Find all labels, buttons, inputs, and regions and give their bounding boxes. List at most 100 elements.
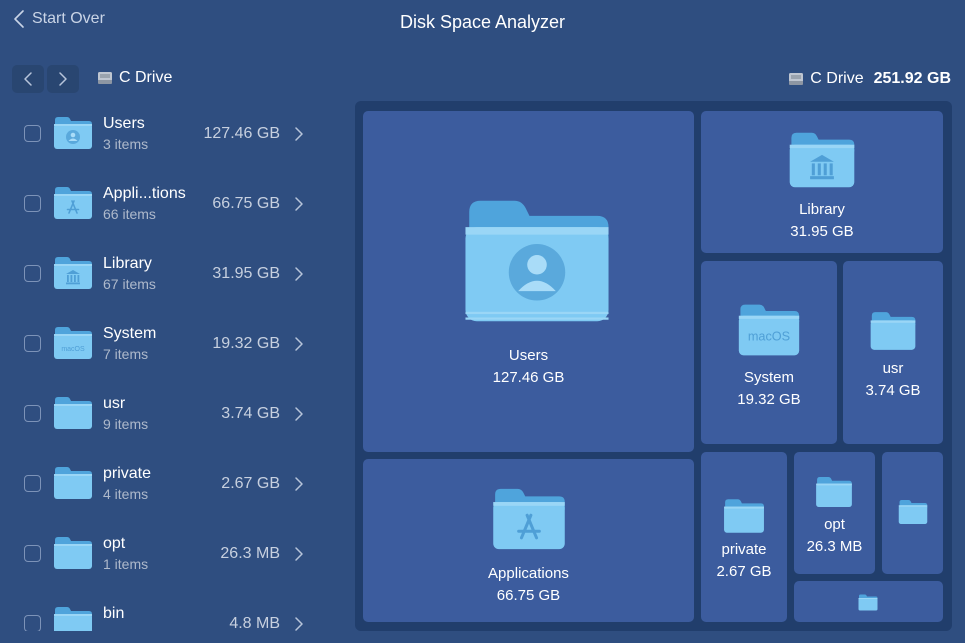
treemap-tile-usr[interactable]: usr 3.74 GB — [843, 261, 943, 444]
item-size: 26.3 MB — [220, 545, 280, 562]
folder-icon — [898, 499, 928, 525]
item-name: Library — [103, 255, 152, 272]
select-checkbox[interactable] — [24, 545, 41, 562]
appstore-folder-icon — [53, 186, 93, 220]
item-size: 127.46 GB — [203, 125, 281, 142]
item-name: Appli...tions — [103, 185, 186, 202]
drive-icon — [789, 73, 804, 85]
folder-icon — [723, 498, 765, 534]
breadcrumb: C Drive — [97, 69, 172, 87]
treemap-tile-system[interactable]: macOS System 19.32 GB — [701, 261, 837, 444]
list-item[interactable]: Appli...tions 66 items 66.75 GB — [0, 176, 340, 236]
item-name: opt — [103, 535, 126, 552]
list-item[interactable]: opt 1 items 26.3 MB — [0, 526, 340, 586]
tile-name: System — [743, 369, 794, 386]
summary-total-size: 251.92 GB — [873, 70, 951, 87]
nav-back-button[interactable] — [12, 65, 44, 93]
treemap-tile-library[interactable]: Library 31.95 GB — [701, 111, 943, 253]
select-checkbox[interactable] — [24, 405, 41, 422]
tile-size: 127.46 GB — [492, 369, 565, 386]
list-item[interactable]: bin 4.8 MB — [0, 596, 340, 631]
list-item[interactable]: private 4 items 2.67 GB — [0, 456, 340, 516]
chevron-right-icon — [295, 407, 303, 421]
folder-icon — [53, 396, 93, 430]
folder-icon — [53, 536, 93, 570]
treemap-tile-private[interactable]: private 2.67 GB — [701, 452, 787, 622]
item-size: 4.8 MB — [229, 615, 280, 631]
item-size: 19.32 GB — [212, 335, 280, 352]
summary-drive-name: C Drive — [810, 70, 864, 87]
treemap-tile-small[interactable] — [794, 581, 943, 622]
tile-size: 3.74 GB — [865, 382, 921, 399]
svg-text:macOS: macOS — [748, 329, 790, 343]
folder-icon — [815, 476, 853, 508]
list-item[interactable]: Library 67 items 31.95 GB — [0, 246, 340, 306]
item-size: 3.74 GB — [221, 405, 280, 422]
treemap-tile-applications[interactable]: Applications 66.75 GB — [363, 459, 694, 622]
select-checkbox[interactable] — [24, 335, 41, 352]
select-checkbox[interactable] — [24, 615, 41, 631]
folder-list: Users 3 items 127.46 GB Appli...tions 66… — [0, 106, 340, 631]
app-title: Disk Space Analyzer — [399, 12, 566, 32]
item-count: 1 items — [103, 556, 149, 572]
select-checkbox[interactable] — [24, 265, 41, 282]
chevron-right-icon — [295, 547, 303, 561]
item-name: Users — [103, 115, 145, 132]
drive-summary: C Drive 251.92 GB — [788, 70, 951, 88]
item-count: 67 items — [103, 276, 156, 292]
svg-text:macOS: macOS — [61, 346, 85, 353]
treemap-tile-small[interactable] — [882, 452, 943, 574]
chevron-right-icon — [295, 477, 303, 491]
tile-name: Users — [508, 347, 549, 364]
item-count: 66 items — [103, 206, 156, 222]
item-size: 66.75 GB — [212, 195, 280, 212]
library-folder-icon — [53, 256, 93, 290]
chevron-right-icon — [295, 617, 303, 631]
macos-folder-icon: macOS — [53, 326, 93, 360]
folder-icon — [869, 311, 917, 351]
select-checkbox[interactable] — [24, 475, 41, 492]
select-checkbox[interactable] — [24, 195, 41, 212]
tile-name: opt — [824, 516, 845, 533]
person-folder-icon — [53, 116, 93, 150]
folder-icon — [53, 466, 93, 500]
tile-size: 31.95 GB — [790, 223, 854, 240]
item-size: 31.95 GB — [212, 265, 280, 282]
list-item[interactable]: Users 3 items 127.46 GB — [0, 106, 340, 166]
library-folder-icon — [788, 131, 856, 189]
list-item[interactable]: usr 9 items 3.74 GB — [0, 386, 340, 446]
drive-icon — [98, 72, 112, 84]
macos-folder-icon: macOS — [737, 303, 801, 357]
item-count: 9 items — [103, 416, 149, 432]
item-count: 7 items — [103, 346, 149, 362]
item-size: 2.67 GB — [221, 475, 280, 492]
chevron-right-icon — [295, 127, 303, 141]
item-name: private — [103, 465, 152, 482]
treemap-tile-opt[interactable]: opt 26.3 MB — [794, 452, 875, 574]
breadcrumb-drive: C Drive — [119, 69, 173, 86]
item-count: 4 items — [103, 486, 149, 502]
appstore-folder-icon — [491, 487, 567, 551]
folder-icon — [53, 606, 93, 631]
select-checkbox[interactable] — [24, 125, 41, 142]
chevron-right-icon — [295, 337, 303, 351]
tile-size: 26.3 MB — [806, 538, 863, 555]
item-name: bin — [103, 605, 125, 622]
treemap: Users 127.46 GB Applications 66.75 GB Li… — [355, 101, 952, 631]
tile-name: Library — [799, 201, 845, 218]
person-folder-icon — [465, 197, 609, 325]
tile-name: Applications — [488, 565, 569, 582]
nav-forward-button[interactable] — [47, 65, 79, 93]
item-count: 3 items — [103, 136, 149, 152]
list-item[interactable]: macOS System 7 items 19.32 GB — [0, 316, 340, 376]
item-name: usr — [103, 395, 126, 412]
chevron-right-icon — [295, 197, 303, 211]
item-name: System — [103, 325, 157, 342]
folder-icon — [858, 594, 878, 611]
tile-name: usr — [882, 360, 904, 377]
chevron-right-icon — [295, 267, 303, 281]
treemap-tile-users[interactable]: Users 127.46 GB — [363, 111, 694, 452]
tile-size: 2.67 GB — [716, 563, 772, 580]
tile-name: private — [721, 541, 767, 558]
chevron-left-icon — [24, 72, 32, 86]
